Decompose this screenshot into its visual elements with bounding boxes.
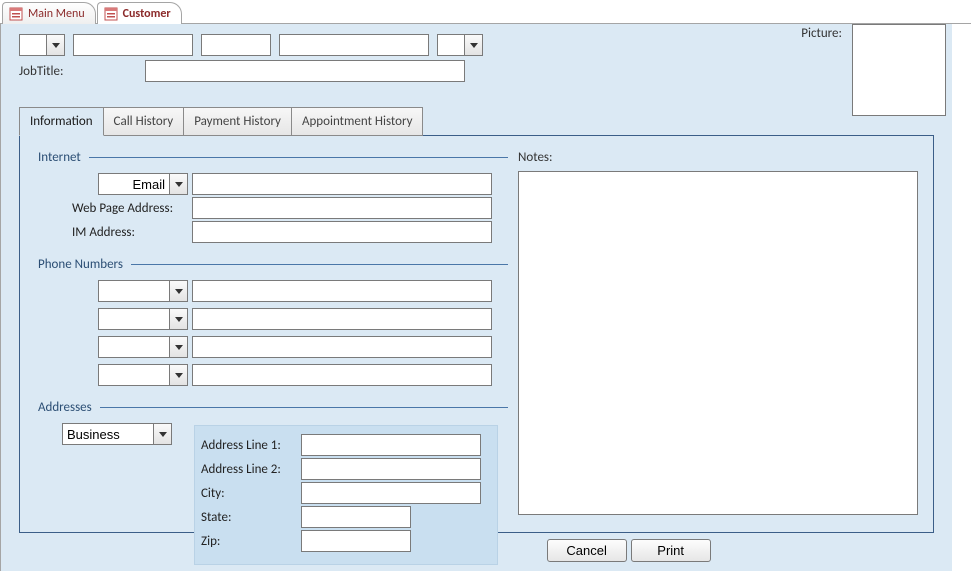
group-label: Phone Numbers (38, 257, 123, 272)
page-tab-label: Main Menu (28, 7, 85, 21)
phone-type-input[interactable] (99, 309, 169, 329)
jobtitle-row: JobTitle: (19, 60, 934, 82)
name-row (19, 34, 934, 56)
detail-tabs: Information Call History Payment History… (19, 107, 934, 533)
print-button[interactable]: Print (631, 539, 711, 562)
phone-input[interactable] (192, 336, 492, 358)
tabstrip: Information Call History Payment History… (19, 107, 934, 136)
form-icon (104, 7, 118, 21)
phone-input[interactable] (192, 280, 492, 302)
phone-type-combo[interactable] (98, 336, 188, 358)
internet-group: Internet (38, 150, 508, 165)
addr-line2-label: Address Line 2: (201, 462, 301, 477)
phone-type-combo[interactable] (98, 280, 188, 302)
tab-appointment-history[interactable]: Appointment History (291, 107, 424, 136)
phone-type-combo[interactable] (98, 364, 188, 386)
address-type-combo[interactable] (62, 423, 172, 445)
group-label: Internet (38, 150, 81, 165)
page-tab-customer[interactable]: Customer (97, 2, 182, 24)
phone-input[interactable] (192, 308, 492, 330)
addr-city-label: City: (201, 486, 301, 501)
chevron-down-icon (159, 432, 167, 437)
tabstrip-spacer (422, 107, 934, 136)
addr-line1-label: Address Line 1: (201, 438, 301, 453)
picture-section: Picture: (801, 24, 946, 116)
chevron-down-icon (175, 182, 183, 187)
addr-line2-input[interactable] (301, 458, 481, 480)
tab-call-history[interactable]: Call History (103, 107, 185, 136)
jobtitle-label: JobTitle: (19, 64, 63, 79)
chevron-down-icon (52, 43, 60, 48)
notes-label: Notes: (518, 150, 921, 165)
phone-type-combo[interactable] (98, 308, 188, 330)
phone-type-dropdown-button[interactable] (169, 337, 187, 357)
addr-zip-input[interactable] (301, 530, 411, 552)
tab-information[interactable]: Information (19, 107, 104, 136)
jobtitle-input[interactable] (145, 60, 465, 82)
phone-type-input[interactable] (99, 281, 169, 301)
phone-type-dropdown-button[interactable] (169, 309, 187, 329)
phones-group: Phone Numbers (38, 257, 508, 272)
address-panel: Address Line 1: Address Line 2: City: St… (194, 425, 498, 565)
middle-name-input[interactable] (201, 34, 271, 56)
address-type-dropdown-button[interactable] (153, 424, 171, 444)
form-icon (9, 7, 23, 21)
email-type-input[interactable] (99, 174, 169, 194)
addr-zip-label: Zip: (201, 534, 301, 549)
picture-box[interactable] (852, 24, 946, 116)
chevron-down-icon (470, 43, 478, 48)
right-column: Notes: (518, 146, 921, 518)
email-input[interactable] (192, 173, 492, 195)
customer-form: JobTitle: Picture: Information Call Hist… (0, 24, 952, 571)
email-type-combo[interactable] (98, 173, 188, 195)
first-name-input[interactable] (73, 34, 193, 56)
chevron-down-icon (175, 317, 183, 322)
email-type-dropdown-button[interactable] (169, 174, 187, 194)
phone-type-input[interactable] (99, 337, 169, 357)
tab-payment-history[interactable]: Payment History (183, 107, 292, 136)
divider (131, 264, 508, 265)
chevron-down-icon (175, 289, 183, 294)
divider (100, 407, 508, 408)
prefix-dropdown-button[interactable] (46, 35, 64, 55)
suffix-input[interactable] (438, 35, 464, 55)
addr-city-input[interactable] (301, 482, 481, 504)
im-label: IM Address: (38, 225, 188, 240)
picture-label: Picture: (801, 24, 842, 116)
im-input[interactable] (192, 221, 492, 243)
page-tab-main-menu[interactable]: Main Menu (2, 2, 96, 24)
suffix-combo[interactable] (437, 34, 483, 56)
phone-type-dropdown-button[interactable] (169, 365, 187, 385)
last-name-input[interactable] (279, 34, 429, 56)
prefix-combo[interactable] (19, 34, 65, 56)
addresses-group: Addresses (38, 400, 508, 415)
suffix-dropdown-button[interactable] (464, 35, 482, 55)
document-tabs: Main Menu Customer (0, 0, 971, 24)
phone-type-input[interactable] (99, 365, 169, 385)
group-label: Addresses (38, 400, 92, 415)
chevron-down-icon (175, 373, 183, 378)
web-input[interactable] (192, 197, 492, 219)
divider (89, 157, 508, 158)
phone-type-dropdown-button[interactable] (169, 281, 187, 301)
addr-state-input[interactable] (301, 506, 411, 528)
web-label: Web Page Address: (38, 201, 188, 216)
addr-state-label: State: (201, 510, 301, 525)
phone-input[interactable] (192, 364, 492, 386)
addr-line1-input[interactable] (301, 434, 481, 456)
information-panel: Internet Web Page Address: (19, 135, 934, 533)
left-column: Internet Web Page Address: (38, 146, 508, 518)
address-type-input[interactable] (63, 424, 153, 444)
page-tab-label: Customer (123, 7, 171, 21)
prefix-input[interactable] (20, 35, 46, 55)
chevron-down-icon (175, 345, 183, 350)
notes-textarea[interactable] (518, 171, 918, 515)
cancel-button[interactable]: Cancel (547, 539, 627, 562)
